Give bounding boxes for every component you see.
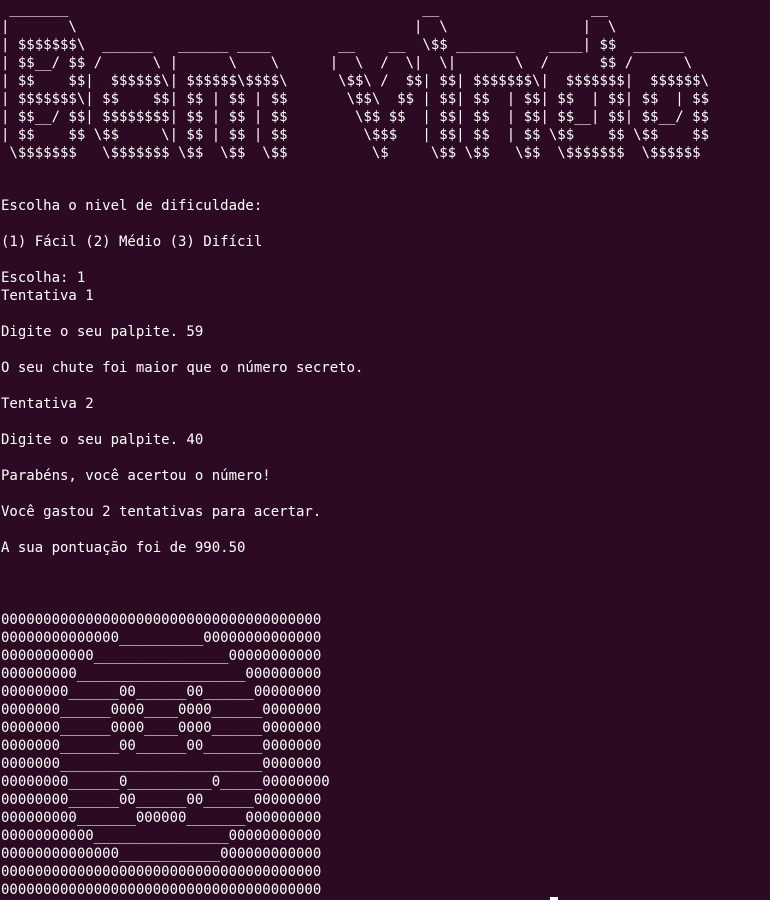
attempts-summary: Você gastou 2 tentativas para acertar.: [1, 504, 322, 520]
banner-line: | $$__/ $$ / \ | \ \ | \ / \| \| \ / $$ …: [1, 55, 693, 71]
guess-prompt: Digite o seu palpite. 40: [1, 432, 204, 448]
banner-line: _______ __ __: [1, 1, 608, 17]
ascii-art-line: 00000000000000____________000000000000: [1, 846, 322, 862]
ascii-art-line: 0000000_______00______00_______0000000: [1, 738, 322, 754]
ascii-art-line: 00000000______0__________0_____00000000: [1, 774, 330, 790]
success-message: Parabéns, você acertou o número!: [1, 468, 271, 484]
banner-line: | $$ $$ \$$ \| $$ | $$ | $$ \$$$ | $$| $…: [1, 127, 710, 143]
ascii-art-line: 00000000000000000000000000000000000000: [1, 612, 322, 628]
ascii-art-line: 00000000000000__________00000000000000: [1, 630, 322, 646]
ascii-art-line: 0000000______0000____0000______0000000: [1, 720, 322, 736]
ascii-art-line: 00000000000________________00000000000: [1, 828, 322, 844]
banner-line: | $$ $$| $$$$$$\| $$$$$$\$$$$\ \$$\ / $$…: [1, 73, 710, 89]
guess-prompt: Digite o seu palpite. 59: [1, 324, 204, 340]
banner-line: | \ | \ | \: [1, 19, 617, 35]
score-message: A sua pontuação foi de 990.50: [1, 540, 246, 556]
attempt-label: Tentativa 2: [1, 396, 94, 412]
ascii-art-line: 00000000______00______00______00000000: [1, 792, 322, 808]
ascii-art-line: 0000000______0000____0000______0000000: [1, 702, 322, 718]
ascii-art-line: 00000000000000000000000000000000000000: [1, 882, 322, 898]
ascii-art-line: 00000000______00______00______00000000: [1, 684, 322, 700]
ascii-art-line: 00000000000________________00000000000: [1, 648, 322, 664]
terminal-window[interactable]: _______ __ __ | \ | \ | \ | $$$$$$$\ ___…: [0, 0, 770, 900]
ascii-art-line: 000000000____________________000000000: [1, 666, 322, 682]
ascii-art-line: 00000000000000000000000000000000000000: [1, 864, 322, 880]
ascii-art-line: 000000000_______000000_______000000000: [1, 810, 322, 826]
banner-line: | $$$$$$$\| $$ $$| $$ | $$ | $$ \$$\ $$ …: [1, 91, 710, 107]
ascii-art-line: 0000000________________________0000000: [1, 756, 322, 772]
banner-line: | $$__/ $$| $$$$$$$$| $$ | $$ | $$ \$$ $…: [1, 109, 710, 125]
attempt-label: Tentativa 1: [1, 288, 94, 304]
difficulty-choice: Escolha: 1: [1, 270, 86, 286]
difficulty-prompt: Escolha o nivel de dificuldade:: [1, 198, 263, 214]
difficulty-options: (1) Fácil (2) Médio (3) Difícil: [1, 234, 263, 250]
guess-feedback: O seu chute foi maior que o número secre…: [1, 360, 364, 376]
banner-line: \$$$$$$$ \$$$$$$$ \$$ \$$ \$$ \$ \$$ \$$…: [1, 145, 701, 161]
banner-line: | $$$$$$$\ ______ ______ ____ __ __ \$$ …: [1, 37, 684, 53]
